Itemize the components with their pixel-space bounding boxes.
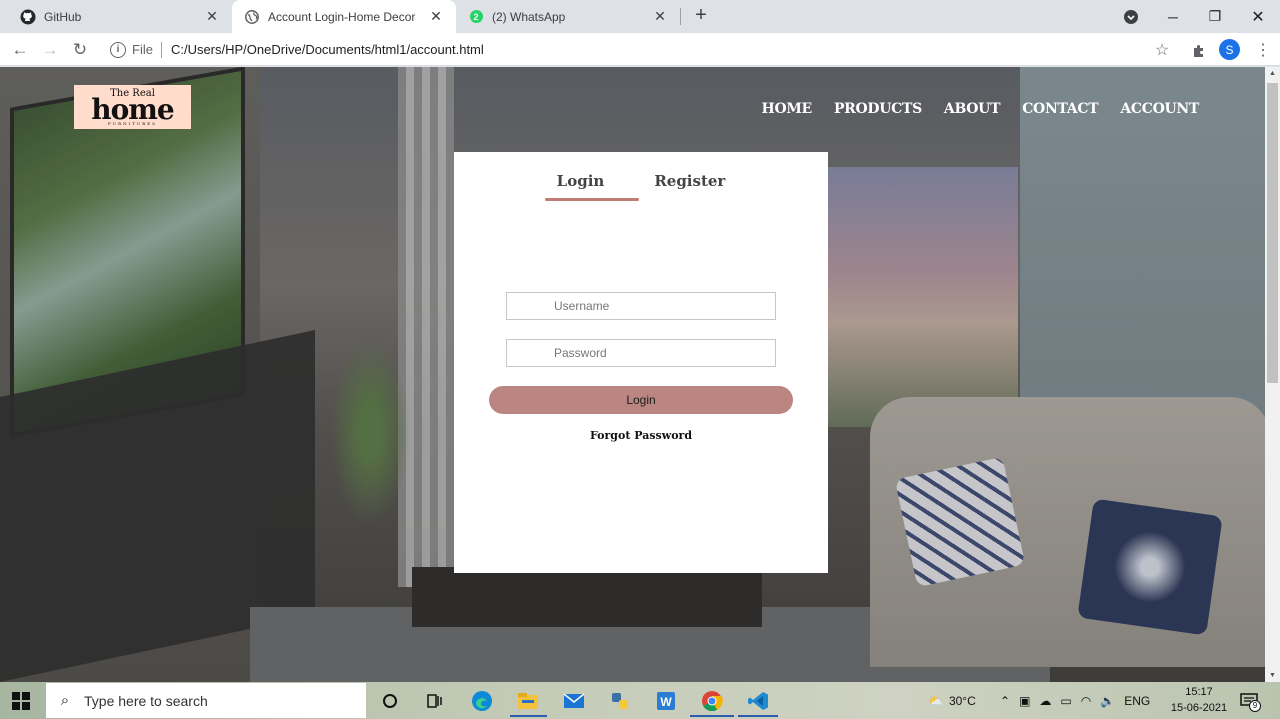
password-input[interactable] (506, 339, 776, 367)
tab-github[interactable]: GitHub ✕ (8, 0, 232, 33)
python-icon[interactable] (606, 687, 634, 715)
page-viewport: The Real home FURNITURES HOME PRODUCTS A… (0, 67, 1265, 682)
battery-icon[interactable]: ▭ (1060, 694, 1071, 708)
nav-account[interactable]: ACCOUNT (1120, 101, 1199, 117)
menu-kebab-icon[interactable]: ⋮ (1250, 37, 1276, 63)
nav-contact[interactable]: CONTACT (1022, 101, 1098, 117)
github-icon (20, 9, 36, 25)
forward-icon[interactable]: → (37, 37, 63, 63)
browser-tab-strip: GitHub ✕ Account Login-Home Decor ✕ 2 (2… (0, 0, 1280, 33)
forgot-password-link[interactable]: Forgot Password (454, 429, 828, 442)
word-icon[interactable]: W (652, 687, 680, 715)
close-window-icon[interactable]: ✕ (1237, 0, 1279, 33)
notification-icon: 9 (1240, 691, 1261, 712)
scroll-down-icon[interactable]: ▼ (1269, 672, 1276, 679)
volume-icon[interactable]: 🔈 (1100, 694, 1115, 708)
edge-icon[interactable] (468, 687, 496, 715)
weather-widget[interactable]: ⛅ 30°C (928, 682, 976, 719)
mail-icon[interactable] (560, 687, 588, 715)
divider (160, 41, 162, 58)
weather-temp: 30°C (948, 693, 976, 708)
taskbar-search-box[interactable]: ⌕ Type here to search (46, 683, 366, 718)
notification-center-icon[interactable]: 9 (1240, 682, 1261, 719)
tab-title: GitHub (44, 9, 82, 24)
chrome-icon[interactable] (698, 687, 726, 715)
site-logo[interactable]: The Real home FURNITURES (74, 85, 191, 129)
browser-toolbar: ← → ↻ i File C:/Users/HP/OneDrive/Docume… (0, 33, 1280, 66)
profile-avatar[interactable]: S (1219, 39, 1240, 60)
extensions-icon[interactable] (1186, 37, 1212, 63)
login-button[interactable]: Login (489, 386, 793, 414)
tab-title: (2) WhatsApp (492, 9, 566, 24)
svg-text:W: W (660, 695, 672, 709)
running-indicator (510, 715, 547, 717)
search-icon: ⌕ (60, 692, 70, 709)
notification-count: 9 (1249, 699, 1261, 712)
nav-about[interactable]: ABOUT (944, 101, 1001, 117)
close-icon[interactable]: ✕ (428, 8, 444, 25)
system-tray: ⌃ ▣ ☁ ▭ ◠ 🔈 ENG (1000, 682, 1150, 719)
weather-icon: ⛅ (928, 693, 943, 708)
running-indicator (690, 715, 734, 717)
tab-search-icon[interactable] (1110, 0, 1152, 33)
address-bar[interactable]: i File C:/Users/HP/OneDrive/Documents/ht… (104, 36, 1184, 63)
windows-taskbar: ⌕ Type here to search W ⛅ 30°C ⌃ ▣ ☁ ▭ ◠… (0, 682, 1280, 719)
tab-title: Account Login-Home Decor (268, 9, 416, 24)
wifi-icon[interactable]: ◠ (1081, 694, 1091, 708)
globe-icon (244, 9, 260, 25)
nav-home[interactable]: HOME (762, 101, 813, 117)
main-nav: HOME PRODUCTS ABOUT CONTACT ACCOUNT (762, 101, 1200, 117)
new-tab-button[interactable]: + (689, 4, 713, 28)
clock-date: 15-06-2021 (1170, 702, 1228, 714)
bookmark-star-icon[interactable]: ☆ (1149, 37, 1175, 63)
language-label[interactable]: ENG (1124, 694, 1150, 708)
form-tabs: Login Register (454, 172, 828, 190)
onedrive-icon[interactable]: ☁ (1039, 694, 1051, 708)
maximize-icon[interactable]: ❐ (1194, 0, 1236, 33)
url-text[interactable]: C:/Users/HP/OneDrive/Documents/html1/acc… (171, 42, 484, 57)
windows-start-icon[interactable] (12, 692, 30, 710)
task-view-icon[interactable] (420, 687, 448, 715)
username-input[interactable] (506, 292, 776, 320)
tab-account-login[interactable]: Account Login-Home Decor ✕ (232, 0, 456, 33)
cortana-icon[interactable] (376, 687, 404, 715)
whatsapp-badge: 2 (469, 10, 483, 23)
scroll-thumb[interactable] (1267, 83, 1278, 383)
chevron-up-icon[interactable]: ⌃ (1000, 694, 1010, 708)
tab-whatsapp[interactable]: 2 (2) WhatsApp ✕ (456, 0, 680, 33)
running-indicator (738, 715, 778, 717)
nav-products[interactable]: PRODUCTS (834, 101, 922, 117)
taskbar-clock[interactable]: 15:17 15-06-2021 (1168, 684, 1230, 716)
login-form-card: Login Register Login Forgot Password (454, 152, 828, 573)
reload-icon[interactable]: ↻ (67, 37, 93, 63)
tab-indicator (545, 198, 639, 201)
scroll-up-icon[interactable]: ▲ (1269, 70, 1276, 77)
close-icon[interactable]: ✕ (204, 8, 220, 25)
minimize-icon[interactable]: ─ (1152, 0, 1194, 33)
logo-line-2: home (91, 93, 174, 126)
back-icon[interactable]: ← (7, 37, 33, 63)
search-placeholder: Type here to search (84, 692, 208, 709)
scheme-label: File (132, 42, 153, 57)
vscode-icon[interactable] (744, 687, 772, 715)
close-icon[interactable]: ✕ (652, 8, 668, 25)
meet-now-icon[interactable]: ▣ (1019, 694, 1030, 708)
tab-separator (680, 8, 681, 25)
page-scrollbar[interactable]: ▲ ▼ (1265, 67, 1280, 682)
tab-login[interactable]: Login (557, 172, 605, 190)
whatsapp-icon: 2 (468, 9, 484, 25)
file-explorer-icon[interactable] (514, 687, 542, 715)
info-icon[interactable]: i (110, 41, 126, 58)
clock-time: 15:17 (1185, 686, 1213, 698)
tab-register[interactable]: Register (654, 172, 725, 190)
